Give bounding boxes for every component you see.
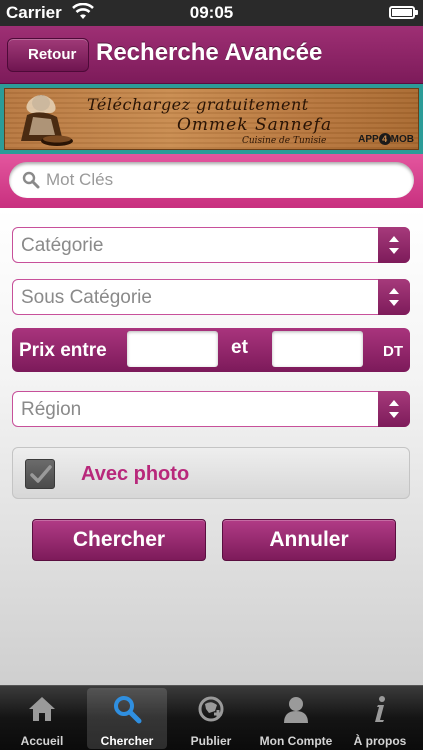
woman-cooking-illustration [21, 95, 73, 146]
search-field-container[interactable] [9, 162, 414, 198]
home-icon [29, 697, 55, 721]
tab-search[interactable]: Chercher [87, 688, 167, 749]
tab-home-label: Accueil [20, 734, 64, 748]
info-icon [375, 696, 385, 722]
tab-bar: Accueil Chercher Publier Mon Compte À pr… [0, 685, 423, 750]
navigation-bar: Retour Recherche Avancée [0, 26, 423, 84]
tab-publish[interactable]: Publier [171, 688, 251, 749]
price-range-row: Prix entre et DT [12, 328, 410, 372]
search-icon [114, 696, 142, 724]
tab-home[interactable]: Accueil [2, 688, 82, 749]
banner-line2: Ommek Sannefa [177, 115, 333, 135]
banner-line1: Téléchargez gratuitement [87, 95, 309, 114]
tab-about[interactable]: À propos [340, 688, 420, 749]
tab-search-label: Chercher [100, 734, 154, 748]
subcategory-select-value: Sous Catégorie [21, 287, 152, 308]
magnifier-icon [22, 171, 40, 189]
page-title: Recherche Avancée [96, 39, 323, 66]
select-arrows-icon[interactable] [378, 391, 410, 427]
checkmark-icon [30, 465, 52, 483]
select-arrows-icon[interactable] [378, 227, 410, 263]
tab-about-label: À propos [353, 734, 407, 748]
back-button-label: Retour [28, 46, 77, 63]
keyword-search-input[interactable] [46, 166, 396, 194]
tab-account-label: Mon Compte [259, 734, 333, 748]
battery-icon [389, 6, 418, 19]
search-button[interactable]: Chercher [32, 519, 206, 561]
status-bar: Carrier 09:05 [0, 0, 423, 26]
region-select-value: Région [21, 399, 82, 420]
subcategory-select[interactable]: Sous Catégorie [12, 279, 410, 315]
tab-publish-label: Publier [190, 734, 232, 748]
cancel-button[interactable]: Annuler [222, 519, 396, 561]
region-select[interactable]: Région [12, 391, 410, 427]
select-arrows-icon[interactable] [378, 279, 410, 315]
back-button[interactable]: Retour [7, 38, 90, 72]
app4mob-logo: APP 4 MOB [358, 133, 414, 145]
ad-banner-container: Téléchargez gratuitement Ommek Sannefa C… [0, 84, 423, 154]
price-min-input[interactable] [127, 331, 218, 367]
search-bar [0, 154, 423, 208]
price-range-label: Prix entre [19, 340, 107, 361]
category-select-value: Catégorie [21, 235, 104, 256]
with-photo-toggle[interactable]: Avec photo [12, 447, 410, 499]
status-time: 09:05 [189, 3, 234, 22]
category-select[interactable]: Catégorie [12, 227, 410, 263]
photo-label: Avec photo [81, 463, 190, 485]
photo-checkbox[interactable] [25, 459, 55, 489]
tab-account[interactable]: Mon Compte [256, 688, 336, 749]
user-icon [284, 697, 308, 723]
currency-label: DT [383, 343, 403, 360]
banner-line3: Cuisine de Tunisie [242, 136, 327, 146]
price-max-input[interactable] [272, 331, 363, 367]
price-and-label: et [231, 337, 248, 358]
ad-banner[interactable]: Téléchargez gratuitement Ommek Sannefa C… [4, 88, 419, 150]
publish-icon [198, 696, 224, 722]
